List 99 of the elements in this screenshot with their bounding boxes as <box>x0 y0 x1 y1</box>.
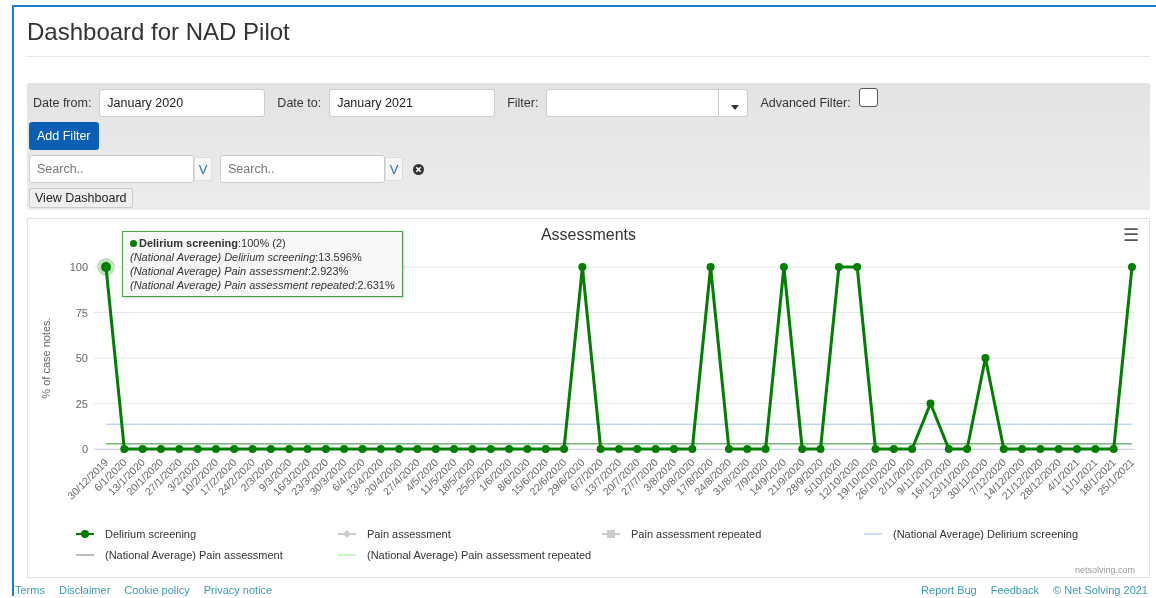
data-point <box>468 445 477 453</box>
data-point <box>688 445 697 453</box>
field-label: Advanced Filter: <box>760 96 851 110</box>
data-point <box>486 445 495 453</box>
y-tick-label: 75 <box>75 306 88 319</box>
data-point <box>743 445 752 453</box>
data-point <box>1036 445 1045 453</box>
legend-label: Pain assessment <box>367 528 451 540</box>
y-tick-label: 100 <box>69 261 88 273</box>
legend-item[interactable]: (National Average) Delirium screening <box>864 528 1079 540</box>
caret-icon <box>731 105 740 110</box>
page-title: Dashboard for NAD Pilot <box>27 7 1150 57</box>
advanced-filter-checkbox[interactable] <box>858 88 878 107</box>
data-point <box>651 445 660 453</box>
data-point <box>395 445 404 453</box>
data-point <box>101 262 111 272</box>
view-dashboard-button[interactable]: View Dashboard <box>29 188 133 208</box>
toggle-button[interactable]: V <box>385 157 403 181</box>
data-point <box>816 445 825 453</box>
chart-title: Assessments <box>540 226 637 244</box>
data-point <box>798 445 807 453</box>
legend-item[interactable]: (National Average) Pain assessment repeated <box>338 549 592 561</box>
y-tick-label: 25 <box>75 397 88 410</box>
data-point <box>321 445 330 453</box>
data-point <box>431 445 440 453</box>
y-tick-label: 0 <box>81 443 88 455</box>
menu-icon[interactable]: ☰ <box>1123 226 1139 244</box>
data-point <box>706 263 715 271</box>
data-point <box>779 263 788 271</box>
tooltip-series: Delirium screening <box>139 236 239 250</box>
data-point <box>1128 263 1136 271</box>
field-label: Date to: <box>277 96 322 110</box>
y-axis-title: % of case notes. <box>40 317 52 399</box>
data-point <box>834 263 843 271</box>
search-field[interactable]: Search.. <box>29 155 194 183</box>
data-point <box>450 445 459 453</box>
data-point <box>944 445 953 453</box>
data-point <box>211 445 220 453</box>
data-point <box>633 445 642 453</box>
data-point <box>376 445 385 453</box>
data-point <box>578 263 587 271</box>
copyright-text: © Net Solving 2021 <box>1053 584 1148 596</box>
data-point <box>248 445 257 453</box>
data-point <box>1018 445 1027 453</box>
clear-icon[interactable] <box>413 163 424 175</box>
search-field[interactable]: Search.. <box>220 155 385 183</box>
data-point <box>724 445 733 453</box>
y-tick-label: 50 <box>75 352 88 364</box>
toggle-button[interactable]: V <box>194 157 212 181</box>
data-point <box>120 445 129 453</box>
data-point <box>871 445 880 453</box>
data-point <box>761 445 770 453</box>
data-point <box>138 445 147 453</box>
data-point <box>413 445 422 453</box>
data-point <box>926 399 935 408</box>
field-label: Filter: <box>507 96 539 110</box>
data-point <box>175 445 184 453</box>
data-point <box>908 445 917 453</box>
data-point <box>1091 445 1100 453</box>
data-point <box>889 445 898 453</box>
data-point <box>1109 445 1118 453</box>
data-point <box>981 354 990 362</box>
legend-symbol-icon <box>338 529 356 539</box>
field-label: Date from: <box>33 96 92 110</box>
legend-item[interactable]: Pain assessment repeated <box>602 528 762 540</box>
data-point <box>266 445 275 453</box>
data-point <box>156 445 165 453</box>
data-point <box>523 445 532 453</box>
legend-symbol-icon <box>602 529 620 539</box>
data-point <box>560 445 569 453</box>
date-to-field[interactable]: January 2021 <box>329 89 496 117</box>
data-point <box>230 445 239 453</box>
tooltip-line: (National Average) Delirium screening:13.596% <box>130 250 363 264</box>
data-point <box>1054 445 1063 453</box>
tooltip-value: :100% (2) <box>238 236 286 250</box>
data-point <box>1073 445 1082 453</box>
data-point <box>615 445 623 453</box>
data-point <box>285 445 294 453</box>
data-point <box>541 445 550 453</box>
data-point <box>505 445 514 453</box>
legend-item[interactable]: Pain assessment <box>338 528 451 540</box>
data-point <box>358 445 367 453</box>
data-point <box>340 445 349 453</box>
data-point <box>193 445 202 453</box>
legend-symbol-icon <box>76 529 94 539</box>
legend-item[interactable]: Delirium screening <box>76 528 197 540</box>
tooltip-line: (National Average) Pain assessment repeated:2.631% <box>130 278 395 292</box>
data-point <box>303 445 312 453</box>
date-from-field[interactable]: January 2020 <box>99 89 266 117</box>
legend-label: Pain assessment repeated <box>631 528 762 540</box>
data-point <box>669 445 678 453</box>
legend-label: Delirium screening <box>105 528 197 540</box>
data-point <box>853 263 862 271</box>
data-point <box>963 445 972 453</box>
data-point <box>999 445 1008 453</box>
legend-item[interactable]: (National Average) Pain assessment <box>76 549 283 561</box>
add-filter-button[interactable]: Add Filter <box>29 122 99 150</box>
tooltip-line: (National Average) Pain assessment:2.923% <box>130 264 350 278</box>
data-point <box>596 445 605 453</box>
